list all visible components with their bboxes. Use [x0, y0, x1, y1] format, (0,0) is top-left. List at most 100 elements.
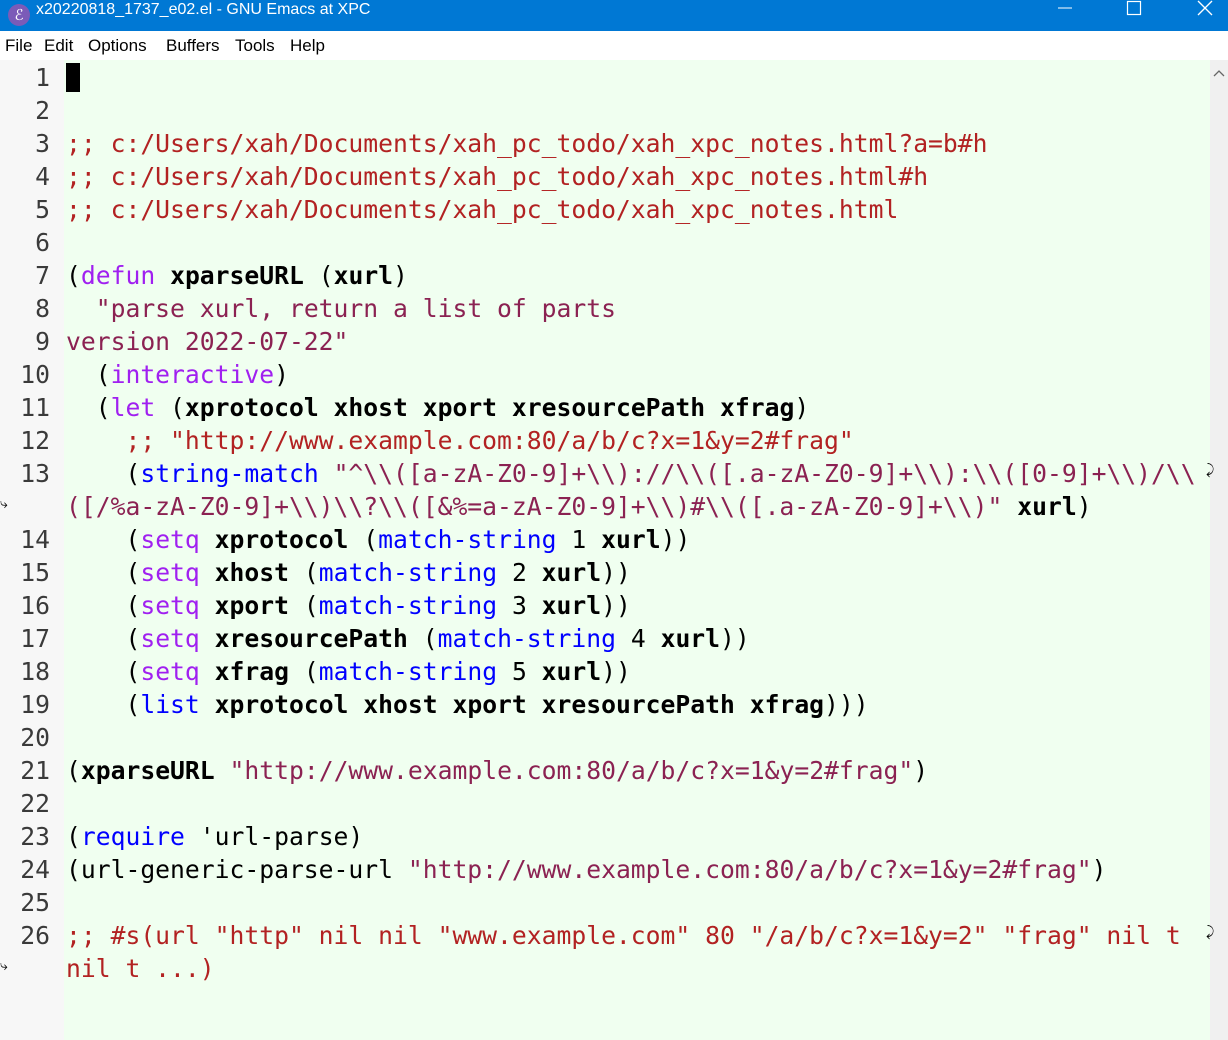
code-token: ( — [303, 261, 334, 290]
line-number: 11 — [20, 393, 50, 422]
menu-tools[interactable]: Tools — [235, 36, 275, 56]
code-token: ( — [66, 591, 141, 620]
line-text: version 2022-07-22" — [66, 325, 348, 358]
code-token: ( — [348, 525, 379, 554]
code-token: 'url-parse) — [184, 822, 364, 851]
code-token: ;; c:/Users/xah/Documents/xah_pc_todo/xa… — [66, 162, 929, 191]
line-number: 20 — [20, 723, 50, 752]
code-token: xprotocol — [214, 525, 349, 554]
code-token: ( — [66, 393, 111, 422]
code-token: "http://www.example.com:80/a/b/c?x=1&y=2… — [229, 756, 914, 785]
menu-options[interactable]: Options — [88, 36, 147, 56]
code-token: match-string — [318, 558, 498, 587]
line-number: 18 — [20, 657, 50, 686]
code-token: 4 — [615, 624, 661, 653]
line-continuation-icon: ⤷ — [0, 496, 8, 512]
code-token: ( — [66, 459, 141, 488]
code-token: )) — [720, 624, 750, 653]
code-token: ( — [407, 624, 438, 653]
line-text: (defun xparseURL (xurl) — [66, 259, 408, 292]
code-token: xurl — [541, 657, 602, 686]
code-token: string-match — [140, 459, 319, 488]
line-text: (setq xprotocol (match-string 1 xurl)) — [66, 523, 690, 556]
editor-buffer[interactable]: 1 2 3;; c:/Users/xah/Documents/xah_pc_todo… — [0, 60, 1228, 1040]
line-text: (setq xfrag (match-string 5 xurl)) — [66, 655, 630, 688]
line-text: ;; c:/Users/xah/Documents/xah_pc_todo/xa… — [66, 127, 988, 160]
line-text: (url-generic-parse-url "http://www.examp… — [66, 853, 1106, 886]
menu-help[interactable]: Help — [290, 36, 325, 56]
code-token: ) — [274, 360, 289, 389]
line-text: (list xprotocol xhost xport xresourcePat… — [66, 688, 868, 721]
code-token: "^\\([a-zA-Z0-9]+\\)://\\([.a-zA-Z0-9]+\… — [333, 459, 1196, 488]
code-token: xresourcePath — [214, 624, 408, 653]
code-token: xurl — [601, 525, 661, 554]
code-token: xurl — [660, 624, 721, 653]
minimize-button[interactable] — [1030, 0, 1100, 31]
code-token: match-string — [437, 624, 616, 653]
code-token: ( — [66, 657, 141, 686]
code-token: ) — [1076, 492, 1092, 521]
left-fringe — [58, 60, 64, 1040]
line-continuation-icon: ⤸ — [1206, 462, 1215, 478]
code-token: xprotocol xhost xport xresourcePath xfra… — [184, 393, 795, 422]
maximize-button[interactable] — [1099, 0, 1169, 31]
scroll-up-arrow-icon[interactable] — [1210, 64, 1228, 82]
vertical-scrollbar[interactable] — [1210, 60, 1228, 1040]
code-token: xparseURL — [80, 756, 215, 785]
code-token: 5 — [497, 657, 542, 686]
code-token: 2 — [497, 558, 542, 587]
code-token: setq — [140, 558, 200, 587]
line-continuation-icon: ⤷ — [0, 958, 8, 974]
code-token: xurl — [541, 591, 602, 620]
menu-edit[interactable]: Edit — [44, 36, 73, 56]
code-token: ) — [1091, 855, 1107, 884]
line-number: 13 — [20, 459, 50, 488]
line-number: 1 — [35, 63, 50, 92]
code-token: 3 — [497, 591, 542, 620]
window-title: x20220818_1737_e02.el - GNU Emacs at XPC — [36, 1, 371, 18]
code-token: (url-generic-parse-url — [66, 855, 408, 884]
close-button[interactable] — [1170, 0, 1228, 31]
code-token: xprotocol xhost xport xresourcePath xfra… — [214, 690, 825, 719]
line-number: 22 — [20, 789, 50, 818]
line-text: (setq xresourcePath (match-string 4 xurl… — [66, 622, 750, 655]
code-token: version 2022-07-22" — [66, 327, 349, 356]
code-token: ( — [66, 360, 111, 389]
code-token: ;; "http://www.example.com:80/a/b/c?x=1&… — [125, 426, 854, 455]
line-text: ;; c:/Users/xah/Documents/xah_pc_todo/xa… — [66, 193, 898, 226]
line-text: (xparseURL "http://www.example.com:80/a/… — [66, 754, 928, 787]
line-number: 17 — [20, 624, 50, 653]
line-text: (setq xport (match-string 3 xurl)) — [66, 589, 630, 622]
line-number: 6 — [35, 228, 50, 257]
line-continuation-icon: ⤸ — [1206, 924, 1215, 940]
code-token: require — [80, 822, 185, 851]
title-bar[interactable]: ℰ x20220818_1737_e02.el - GNU Emacs at X… — [0, 0, 1228, 31]
code-token: 1 — [556, 525, 602, 554]
line-number: 25 — [20, 888, 50, 917]
line-text: ;; #s(url "http" nil nil "www.example.co… — [66, 919, 1181, 952]
line-number: 23 — [20, 822, 50, 851]
code-token: match-string — [378, 525, 557, 554]
code-token: ( — [66, 261, 81, 290]
menu-buffers[interactable]: Buffers — [166, 36, 220, 56]
line-text: (setq xhost (match-string 2 xurl)) — [66, 556, 630, 589]
code-token: xport — [214, 591, 289, 620]
line-number: 24 — [20, 855, 50, 884]
code-token: match-string — [318, 591, 498, 620]
code-token: xurl — [1017, 492, 1077, 521]
code-token: ( — [66, 624, 141, 653]
code-token: setq — [140, 591, 200, 620]
code-token: ( — [66, 756, 81, 785]
menu-file[interactable]: File — [5, 36, 32, 56]
line-number: 14 — [20, 525, 50, 554]
line-number: 16 — [20, 591, 50, 620]
code-token: ;; c:/Users/xah/Documents/xah_pc_todo/xa… — [66, 129, 988, 158]
code-token: ( — [155, 393, 185, 422]
